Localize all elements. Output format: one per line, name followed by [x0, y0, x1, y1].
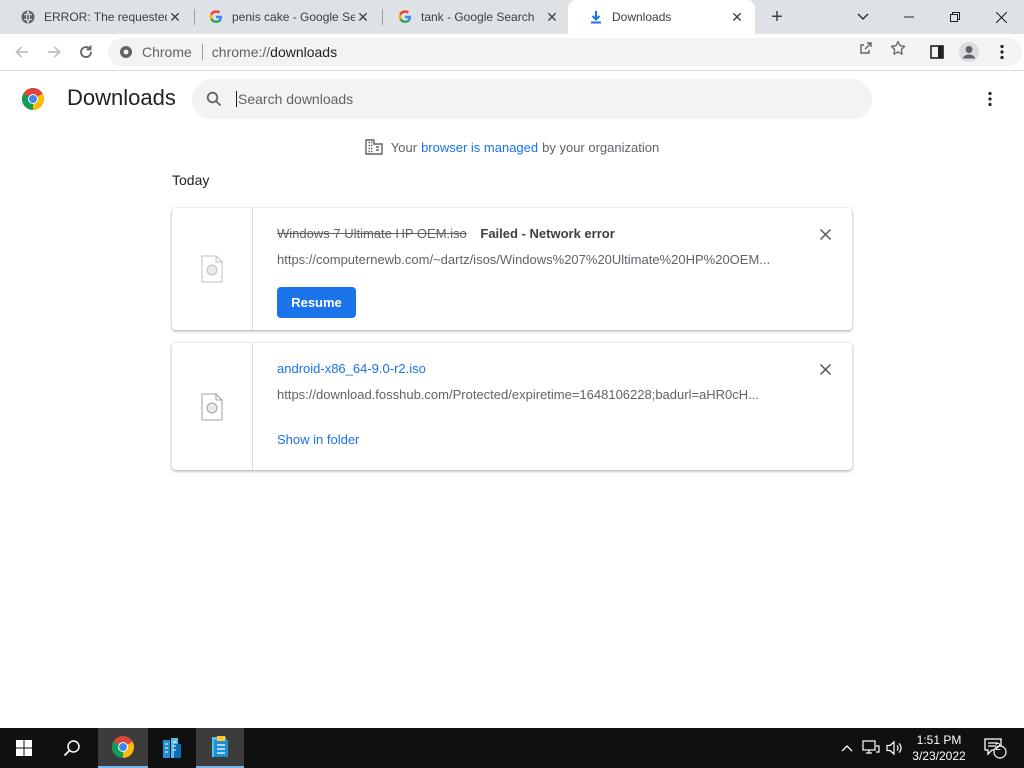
side-panel-icon — [930, 45, 944, 59]
notification-count: 2 — [995, 742, 1001, 753]
reload-button[interactable] — [72, 38, 100, 66]
file-icon — [201, 255, 223, 283]
taskbar-chrome[interactable] — [98, 728, 148, 768]
tab-penis-cake[interactable]: penis cake - Google Se ✕ — [188, 0, 381, 34]
download-url[interactable]: https://download.fosshub.com/Protected/e… — [277, 387, 759, 402]
download-icon — [588, 9, 604, 25]
tab-tank[interactable]: tank - Google Search ✕ — [377, 0, 570, 34]
network-icon — [862, 740, 880, 754]
reload-icon — [80, 45, 92, 58]
tab-strip: ERROR: The requested ✕ penis cake - Goog… — [0, 0, 1024, 34]
taskbar-clock[interactable]: 1:51 PM 3/23/2022 — [904, 732, 974, 764]
google-icon — [397, 9, 413, 25]
tab-close-icon[interactable]: ✕ — [167, 9, 183, 25]
remove-download-button[interactable] — [816, 225, 834, 243]
search-downloads[interactable] — [192, 79, 872, 119]
error-globe-icon — [20, 9, 36, 25]
url-text[interactable]: chrome://downloads — [212, 44, 337, 60]
page-title: Downloads — [67, 85, 176, 110]
start-button[interactable] — [0, 728, 48, 768]
file-icon-column — [172, 343, 253, 470]
back-button[interactable] — [8, 38, 36, 66]
share-icon[interactable] — [858, 40, 874, 56]
tab-downloads[interactable]: Downloads ✕ — [568, 0, 755, 34]
building-icon — [365, 138, 383, 156]
network-button[interactable] — [860, 728, 882, 768]
download-status: Failed - Network error — [480, 226, 615, 241]
download-filename: Windows 7 Ultimate HP OEM.iso — [277, 226, 467, 241]
download-filename[interactable]: android-x86_64-9.0-r2.iso — [277, 361, 426, 376]
minimize-button[interactable] — [886, 0, 932, 34]
address-bar[interactable]: Chrome chrome://downloads — [108, 38, 1022, 66]
chrome-page-icon[interactable] — [118, 44, 134, 60]
show-hidden-icons-button[interactable] — [838, 728, 856, 768]
show-in-folder-link[interactable]: Show in folder — [277, 432, 359, 447]
downloads-menu-button[interactable] — [978, 87, 1002, 111]
chevron-down-icon — [857, 13, 869, 20]
origin-chip: Chrome — [142, 44, 192, 60]
more-vert-icon — [1000, 44, 1004, 60]
restore-button[interactable] — [932, 0, 978, 34]
date-section-label: Today — [172, 172, 210, 188]
url-scheme: chrome:// — [211, 44, 271, 60]
google-icon — [208, 9, 224, 25]
volume-icon — [886, 740, 902, 756]
managed-suffix: by your organization — [542, 139, 660, 155]
profile-button[interactable] — [955, 38, 983, 66]
close-icon — [819, 228, 831, 240]
minimize-icon — [904, 16, 914, 18]
resume-button[interactable]: Resume — [277, 287, 356, 318]
omnibox-divider — [201, 44, 203, 60]
close-icon — [819, 363, 831, 375]
clock-time: 1:51 PM — [916, 733, 962, 747]
arrow-right-icon — [48, 46, 61, 58]
managed-notice: Your browser is managed by your organiza… — [0, 138, 1024, 156]
tab-close-icon[interactable]: ✕ — [729, 9, 745, 25]
remove-download-button[interactable] — [816, 360, 834, 378]
download-url[interactable]: https://computernewb.com/~dartz/isos/Win… — [277, 252, 770, 267]
bookmark-star-icon[interactable] — [890, 40, 906, 56]
windows-logo-icon — [16, 740, 32, 756]
download-filename-row: Windows 7 Ultimate HP OEM.iso Failed - N… — [277, 226, 615, 241]
new-tab-button[interactable]: + — [765, 5, 789, 29]
download-item: Windows 7 Ultimate HP OEM.iso Failed - N… — [172, 208, 852, 330]
file-explorer-icon — [212, 736, 228, 757]
action-center-button[interactable]: 2 — [980, 728, 1010, 768]
file-icon-column — [172, 208, 253, 330]
clock-date: 3/23/2022 — [912, 749, 966, 763]
arrow-left-icon — [15, 46, 28, 58]
browser-toolbar: Chrome chrome://downloads — [0, 34, 1024, 71]
taskbar-server-manager[interactable] — [148, 728, 196, 768]
managed-link[interactable]: browser is managed — [421, 140, 538, 155]
managed-prefix: Your — [390, 139, 418, 155]
downloads-header: Downloads — [0, 71, 1024, 127]
volume-button[interactable] — [884, 728, 906, 768]
side-panel-button[interactable] — [923, 38, 951, 66]
restore-icon — [950, 12, 960, 22]
chrome-logo-icon — [21, 87, 45, 111]
profile-avatar-icon — [959, 42, 979, 62]
taskbar-search-button[interactable] — [48, 728, 96, 768]
tab-search-button[interactable] — [840, 0, 886, 34]
forward-button[interactable] — [40, 38, 68, 66]
file-icon — [201, 393, 223, 420]
close-icon — [995, 11, 1007, 23]
chrome-menu-button[interactable] — [988, 38, 1016, 66]
search-icon — [63, 740, 80, 757]
chevron-up-icon — [841, 745, 853, 752]
taskbar-file-explorer[interactable] — [196, 728, 244, 768]
tab-close-icon[interactable]: ✕ — [355, 9, 371, 25]
more-vert-icon — [988, 91, 992, 107]
url-host: downloads — [270, 44, 338, 60]
server-manager-icon — [163, 738, 181, 758]
tab-close-icon[interactable]: ✕ — [544, 9, 560, 25]
chrome-logo-icon — [112, 736, 134, 758]
windows-taskbar: 1:51 PM 3/23/2022 2 — [0, 728, 1024, 768]
close-window-button[interactable] — [978, 0, 1024, 34]
tab-error[interactable]: ERROR: The requested ✕ — [0, 0, 193, 34]
search-input[interactable] — [236, 91, 836, 107]
download-item: android-x86_64-9.0-r2.iso https://downlo… — [172, 343, 852, 470]
search-icon — [204, 89, 224, 109]
